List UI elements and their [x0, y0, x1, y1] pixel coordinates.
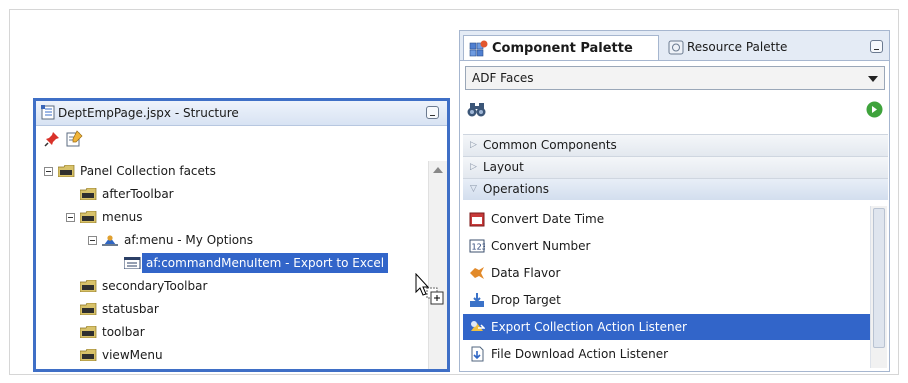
tree-node-label: menus: [102, 210, 143, 224]
palette-category-common-components[interactable]: ▷ Common Components: [463, 134, 888, 156]
tree-node[interactable]: statusbar: [36, 299, 431, 319]
palette-scroll-thumb[interactable]: [873, 208, 885, 348]
palette-item-convert-number[interactable]: 123 Convert Number: [463, 233, 871, 259]
expanded-arrow-icon: ▽: [470, 184, 477, 194]
folder-icon: [80, 211, 97, 223]
collapsed-arrow-icon: ▷: [470, 140, 477, 150]
scroll-up-arrow-icon[interactable]: [433, 167, 443, 173]
tree-node-label: Panel Collection facets: [80, 164, 216, 178]
tree-node[interactable]: menus: [36, 207, 431, 227]
tree-collapse-toggle[interactable]: [88, 236, 97, 245]
palette-item-file-download-action-listener[interactable]: File Download Action Listener: [463, 341, 871, 367]
tree-node-label: viewMenu: [102, 348, 163, 362]
palette-item-label: Data Flavor: [491, 266, 561, 280]
folder-icon: [80, 349, 97, 361]
tree-node[interactable]: Panel Collection facets: [36, 161, 431, 181]
palette-item-data-flavor[interactable]: Data Flavor: [463, 260, 871, 286]
export-listener-icon: [471, 321, 485, 331]
tree-node[interactable]: af:commandMenuItem - Export to Excel: [36, 252, 431, 274]
structure-scrollbar[interactable]: [428, 161, 447, 369]
file-download-icon: [471, 346, 484, 362]
tree-node-label: af:commandMenuItem - Export to Excel: [140, 252, 390, 274]
folder-icon: [80, 326, 97, 338]
convert-number-icon: 123: [469, 239, 486, 253]
palette-item-drop-target[interactable]: Drop Target: [463, 287, 871, 313]
edit-properties-icon[interactable]: [66, 130, 83, 147]
palette-category-label: Operations: [483, 182, 549, 196]
palette-item-label: Export Collection Action Listener: [491, 320, 687, 334]
folder-icon: [80, 303, 97, 315]
palette-item-convert-date-time[interactable]: Convert Date Time: [463, 206, 871, 232]
folder-icon: [80, 280, 97, 292]
tree-node-label: toolbar: [102, 325, 145, 339]
svg-text:123: 123: [472, 243, 486, 252]
folder-icon: [80, 188, 97, 200]
palette-item-export-collection-action-listener[interactable]: Export Collection Action Listener: [463, 314, 871, 340]
structure-pane: DeptEmpPage.jspx - Structure Panel Colle…: [33, 98, 450, 372]
tab-resource-palette-label: Resource Palette: [687, 40, 788, 54]
palette-scrollbar[interactable]: [870, 206, 887, 368]
palette-tab-bar: Component Palette Resource Palette: [460, 31, 889, 61]
palette-minimize-button[interactable]: [870, 40, 883, 53]
component-palette-pane: Component Palette Resource Palette ADF F…: [459, 30, 890, 372]
convert-date-icon: [469, 212, 485, 227]
structure-title-bar: DeptEmpPage.jspx - Structure: [36, 101, 447, 126]
page-document-icon: [41, 105, 55, 120]
tree-node[interactable]: afterToolbar: [36, 184, 431, 204]
tab-component-palette-label: Component Palette: [492, 41, 633, 56]
tab-resource-palette[interactable]: Resource Palette: [665, 35, 845, 60]
tree-collapse-toggle[interactable]: [44, 167, 53, 176]
tree-node[interactable]: secondaryToolbar: [36, 276, 431, 296]
tree-node-label: secondaryToolbar: [102, 279, 208, 293]
palette-category-layout[interactable]: ▷ Layout: [463, 156, 888, 178]
palette-item-label: Convert Date Time: [491, 212, 605, 226]
chevron-down-icon[interactable]: [868, 76, 878, 82]
tree-node-label: af:menu - My Options: [124, 233, 254, 247]
tree-node[interactable]: af:menu - My Options: [36, 230, 431, 250]
palette-category-label: Common Components: [483, 138, 617, 152]
collapsed-arrow-icon: ▷: [470, 162, 477, 172]
menu-icon: [102, 235, 118, 246]
tree-node-label: statusbar: [102, 302, 159, 316]
drop-target-icon: [470, 293, 484, 307]
drag-copy-cursor-icon: [415, 273, 444, 305]
tree-node[interactable]: toolbar: [36, 322, 431, 342]
add-icon[interactable]: [866, 101, 883, 118]
data-flavor-icon: [470, 267, 484, 279]
palette-item-label: Convert Number: [491, 239, 591, 253]
library-select-value: ADF Faces: [472, 71, 534, 85]
library-select[interactable]: ADF Faces: [465, 66, 885, 90]
minimize-button[interactable]: [426, 106, 439, 119]
component-palette-icon: [469, 40, 488, 57]
pin-icon[interactable]: [44, 131, 60, 147]
tree-node-label: afterToolbar: [102, 187, 174, 201]
tree-node[interactable]: viewMenu: [36, 345, 431, 365]
menu-item-icon: [124, 257, 141, 269]
palette-search-row: [465, 98, 885, 122]
palette-category-label: Layout: [483, 160, 524, 174]
palette-item-label: File Download Action Listener: [491, 347, 669, 361]
folder-icon: [58, 165, 75, 177]
structure-title: DeptEmpPage.jspx - Structure: [58, 106, 239, 120]
palette-category-operations[interactable]: ▽ Operations: [463, 178, 888, 200]
binoculars-search-icon[interactable]: [467, 101, 487, 118]
tab-component-palette[interactable]: Component Palette: [463, 35, 659, 60]
tree-collapse-toggle[interactable]: [66, 213, 75, 222]
palette-item-label: Drop Target: [491, 293, 561, 307]
resource-palette-icon: [668, 40, 684, 55]
